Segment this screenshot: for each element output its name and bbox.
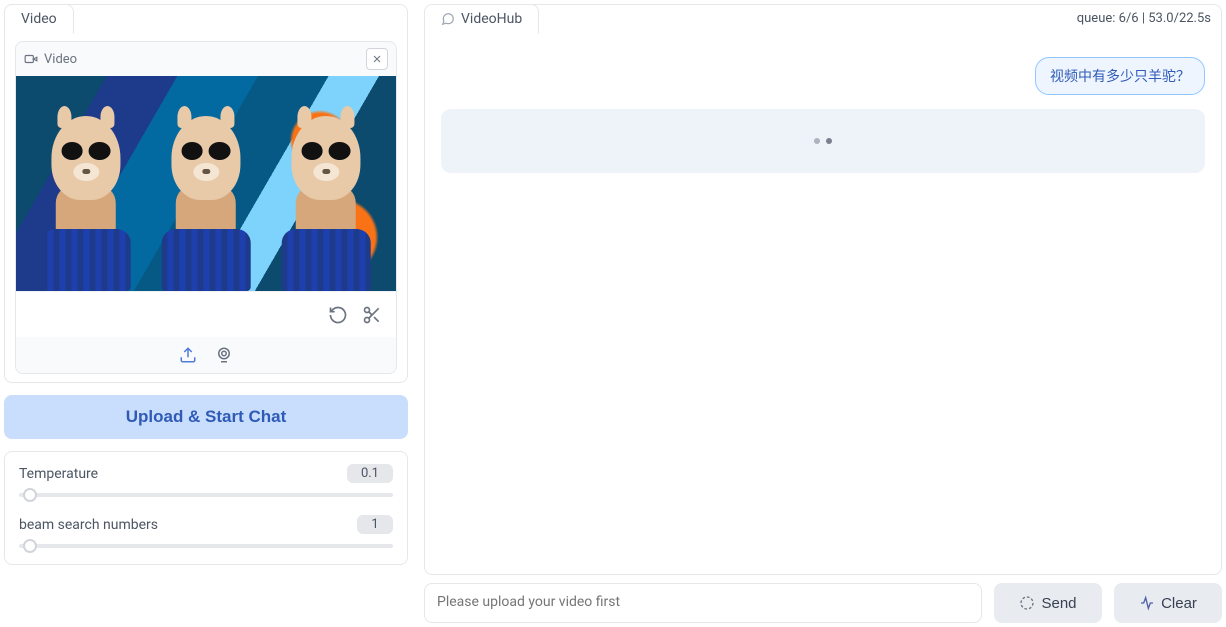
send-icon: [1019, 595, 1035, 611]
clear-icon: [1139, 595, 1155, 611]
tab-video[interactable]: Video: [4, 4, 74, 34]
chat-panel: VideoHub queue: 6/6 | 53.0/22.5s 视频中有多少只…: [424, 4, 1222, 575]
user-message: 视频中有多少只羊驼？: [1035, 57, 1205, 95]
beam-label: beam search numbers: [19, 517, 158, 533]
typing-indicator-icon: [814, 138, 832, 144]
beam-slider-thumb[interactable]: [23, 539, 37, 553]
video-icon: [24, 52, 38, 66]
temperature-slider-thumb[interactable]: [23, 488, 37, 502]
temperature-slider[interactable]: [19, 493, 393, 497]
send-button-label: Send: [1041, 595, 1076, 612]
video-upload-box: Video: [15, 41, 397, 374]
temperature-label: Temperature: [19, 466, 98, 482]
upload-start-chat-button[interactable]: Upload & Start Chat: [4, 395, 408, 439]
params-panel: Temperature 0.1 beam search numbers 1: [4, 451, 408, 565]
webcam-icon[interactable]: [215, 346, 233, 364]
close-button[interactable]: [366, 48, 388, 70]
beam-value: 1: [357, 515, 393, 534]
cut-icon[interactable]: [362, 305, 382, 325]
upload-icon[interactable]: [179, 346, 197, 364]
send-button[interactable]: Send: [994, 583, 1102, 623]
video-preview[interactable]: [16, 76, 396, 291]
clear-button[interactable]: Clear: [1114, 583, 1222, 623]
queue-status: queue: 6/6 | 53.0/22.5s: [1077, 11, 1211, 26]
beam-slider[interactable]: [19, 544, 393, 548]
message-input[interactable]: [424, 583, 982, 623]
bot-typing: [441, 109, 1205, 173]
chat-icon: [441, 12, 455, 26]
tab-chatbot-label: VideoHub: [461, 11, 522, 27]
clear-button-label: Clear: [1161, 595, 1197, 612]
temperature-value: 0.1: [347, 464, 393, 483]
chat-body: 视频中有多少只羊驼？: [425, 41, 1221, 409]
undo-icon[interactable]: [328, 305, 348, 325]
tab-chatbot[interactable]: VideoHub: [424, 4, 539, 34]
video-box-label: Video: [44, 52, 77, 67]
video-panel: Video Video: [4, 4, 408, 383]
